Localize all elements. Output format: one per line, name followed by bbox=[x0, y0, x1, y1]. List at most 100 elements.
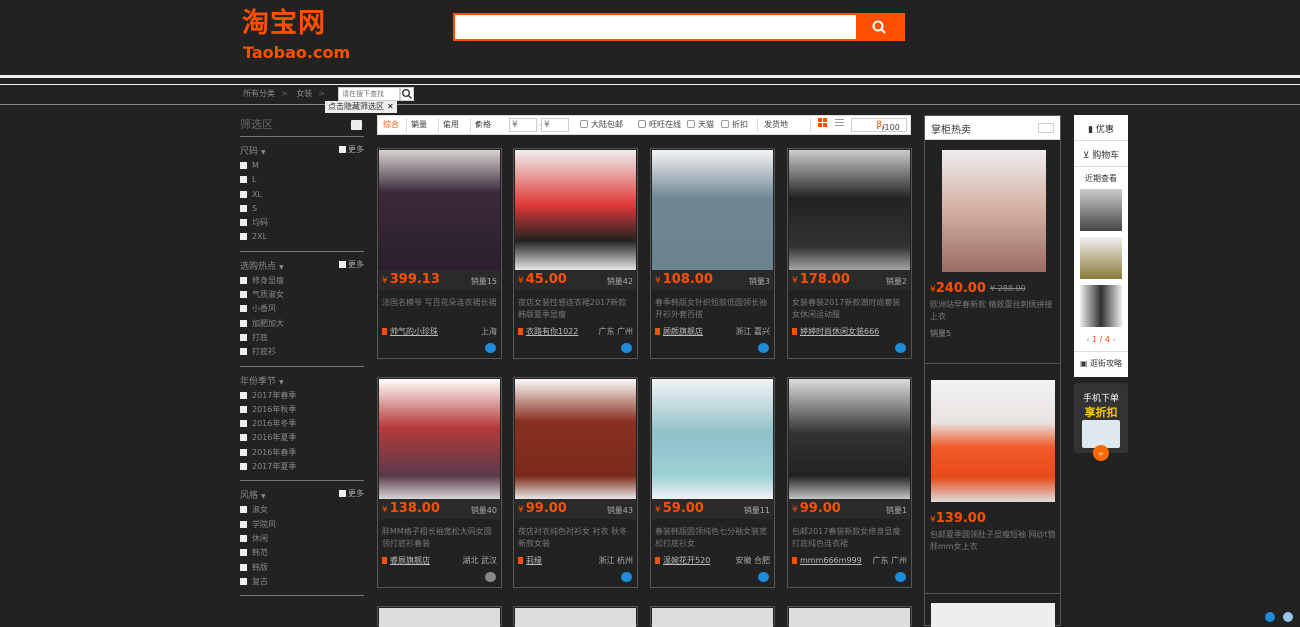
hot-item[interactable]: ¥240.00 ¥ 288.00 欧洲站早春新款 精致蕾丝刺绣拼接上衣 销量5 bbox=[930, 150, 1056, 370]
product-card[interactable]: ¥99.00 销量1 包邮2017春装新款女修身显瘦打底纯色连衣裙 mmm666m99… bbox=[787, 377, 912, 588]
product-card[interactable]: ¥178.00 销量2 女装春装2017新款潮时尚套装女休闲运动服 婷婷时尚休闲女装6… bbox=[787, 148, 912, 359]
grid-view-icon[interactable] bbox=[818, 116, 827, 134]
product-title[interactable]: 胖MM格子粗长袖宽松大码女圆领打底衫春装 bbox=[382, 526, 498, 550]
filter-discount[interactable]: 折扣 bbox=[721, 116, 748, 134]
wangwang-chat-icon[interactable] bbox=[621, 572, 632, 582]
wangwang-chat-icon[interactable] bbox=[621, 343, 632, 353]
wangwang-chat-icon[interactable] bbox=[895, 572, 906, 582]
taobao-logo[interactable]: 淘宝网 Taobao.com bbox=[242, 8, 352, 62]
filter-option[interactable]: 2016年夏季 bbox=[240, 431, 364, 445]
product-card[interactable] bbox=[787, 606, 912, 627]
close-icon[interactable]: ✕ bbox=[387, 102, 394, 111]
checkbox-icon[interactable] bbox=[240, 463, 247, 471]
product-image[interactable] bbox=[931, 380, 1055, 502]
breadcrumb-womens[interactable]: 女装 bbox=[296, 86, 312, 102]
shop-link[interactable]: 顾颜旗舰店 bbox=[655, 326, 703, 338]
product-image[interactable] bbox=[942, 150, 1046, 272]
product-title[interactable]: 夜店衬衣纯色衬衫女 衬衣 秋冬新款女装 bbox=[518, 526, 634, 550]
product-card[interactable] bbox=[650, 606, 775, 627]
product-title[interactable]: 法国名模爷 写百花朵连衣裙长裙 bbox=[382, 297, 498, 321]
recent-thumb[interactable] bbox=[1080, 237, 1122, 279]
wangwang-chat-icon[interactable] bbox=[485, 343, 496, 353]
chevron-left-icon[interactable]: ‹ bbox=[876, 119, 879, 137]
product-image[interactable] bbox=[652, 608, 773, 627]
mobile-promo[interactable]: 手机下单 享折扣 ⌄ bbox=[1074, 383, 1128, 461]
product-title[interactable]: 女装春装2017新款潮时尚套装女休闲运动服 bbox=[792, 297, 908, 321]
wangwang-chat-icon[interactable] bbox=[758, 572, 769, 582]
checkbox-icon[interactable] bbox=[240, 506, 247, 514]
product-image[interactable] bbox=[379, 150, 500, 271]
hot-title[interactable]: 包邮夏季圆领肚子显瘦短袖 网纱t恤胖mm女上衣 bbox=[930, 529, 1056, 553]
filter-option[interactable]: L bbox=[240, 173, 364, 187]
product-image[interactable] bbox=[515, 379, 636, 500]
checkbox-icon[interactable] bbox=[240, 333, 247, 341]
checkbox-icon[interactable] bbox=[240, 219, 247, 227]
cart-link[interactable]: ⊻ 购物车 bbox=[1074, 148, 1128, 161]
checkbox-icon[interactable] bbox=[240, 348, 247, 356]
location-select[interactable]: 发货地 bbox=[764, 116, 788, 134]
checkbox-icon[interactable] bbox=[240, 276, 247, 284]
filter-group-title[interactable]: 年份季节 ▼ bbox=[240, 375, 364, 389]
more-button[interactable]: 更多 bbox=[339, 259, 364, 270]
product-image[interactable] bbox=[652, 379, 773, 500]
filter-option[interactable]: 气质淑女 bbox=[240, 288, 364, 302]
search-input[interactable] bbox=[455, 15, 858, 39]
filter-option[interactable]: 修身显瘦 bbox=[240, 274, 364, 288]
filter-online[interactable]: 旺旺在线 bbox=[638, 116, 681, 134]
shop-link[interactable]: 帅气的小珍珠 bbox=[382, 326, 438, 338]
checkbox-icon[interactable] bbox=[240, 190, 247, 198]
product-image[interactable] bbox=[789, 150, 910, 271]
chevron-down-icon[interactable]: ⌄ bbox=[1093, 445, 1109, 461]
product-card[interactable]: ¥138.00 销量40 胖MM格子粗长袖宽松大码女圆领打底衫春装 睿辰旗舰店 湖北 武… bbox=[377, 377, 502, 588]
hot-item[interactable]: ¥139.00 包邮夏季圆领肚子显瘦短袖 网纱t恤胖mm女上衣 bbox=[930, 380, 1056, 560]
shop-link[interactable]: 婷婷时尚休闲女装666 bbox=[792, 326, 879, 338]
checkbox-icon[interactable] bbox=[240, 176, 247, 184]
filter-option[interactable]: 小香风 bbox=[240, 302, 364, 316]
chevron-right-icon[interactable]: › bbox=[1110, 335, 1116, 344]
more-button[interactable]: 更多 bbox=[339, 144, 364, 155]
filter-option[interactable]: 韩版 bbox=[240, 561, 364, 575]
product-card[interactable]: ¥399.13 销量15 法国名模爷 写百花朵连衣裙长裙 帅气的小珍珠 上海 bbox=[377, 148, 502, 359]
product-card[interactable] bbox=[377, 606, 502, 627]
checkbox-icon[interactable] bbox=[240, 534, 247, 542]
price-max-input[interactable]: ¥ bbox=[541, 118, 569, 132]
hide-filter-tooltip[interactable]: 点击隐藏筛选区 ✕ bbox=[325, 101, 397, 113]
filter-option[interactable]: 2016年春季 bbox=[240, 446, 364, 460]
product-title[interactable]: 包邮2017春装新款女修身显瘦打底纯色连衣裙 bbox=[792, 526, 908, 550]
filter-option[interactable]: 休闲 bbox=[240, 532, 364, 546]
product-image[interactable] bbox=[789, 379, 910, 500]
product-card[interactable]: ¥99.00 销量43 夜店衬衣纯色衬衫女 衬衣 秋冬新款女装 莉缘 浙江 杭州 bbox=[513, 377, 638, 588]
filter-option[interactable]: 2016年秋季 bbox=[240, 403, 364, 417]
wangwang-chat-icon[interactable] bbox=[485, 572, 496, 582]
product-image[interactable] bbox=[379, 608, 500, 627]
product-card[interactable] bbox=[513, 606, 638, 627]
filter-option[interactable]: XL bbox=[240, 188, 364, 202]
wangwang-chat-icon[interactable] bbox=[758, 343, 769, 353]
filter-option[interactable]: 打底 bbox=[240, 331, 364, 345]
filter-option[interactable]: 韩范 bbox=[240, 546, 364, 560]
product-image[interactable] bbox=[379, 379, 500, 500]
product-card[interactable]: ¥108.00 销量3 春季韩版女针织短款低圆领长袖开衫外套百搭 顾颜旗舰店 浙江 嘉兴 bbox=[650, 148, 775, 359]
filter-option[interactable]: 2017年夏季 bbox=[240, 460, 364, 474]
guide-link[interactable]: ▣ 逛街攻略 bbox=[1074, 358, 1128, 369]
feedback-icon[interactable] bbox=[1283, 612, 1293, 622]
checkbox-icon[interactable] bbox=[240, 520, 247, 528]
list-view-icon[interactable] bbox=[835, 116, 844, 134]
coupon-link[interactable]: ▮ 优惠 bbox=[1074, 122, 1128, 135]
filter-option[interactable]: 复古 bbox=[240, 575, 364, 589]
breadcrumb-search-input[interactable] bbox=[338, 87, 400, 101]
filter-option[interactable]: 学院风 bbox=[240, 518, 364, 532]
toggle-icon[interactable] bbox=[1038, 123, 1054, 133]
checkbox-icon[interactable] bbox=[240, 434, 247, 442]
filter-option[interactable]: 2016年冬季 bbox=[240, 417, 364, 431]
filter-option[interactable]: S bbox=[240, 202, 364, 216]
product-title[interactable]: 夜店女装性感连衣裙2017新款韩版夏季显瘦 bbox=[518, 297, 634, 321]
shop-link[interactable]: mmm666m999 bbox=[792, 555, 862, 567]
product-image[interactable] bbox=[931, 603, 1055, 627]
filter-option[interactable]: 加肥加大 bbox=[240, 317, 364, 331]
product-image[interactable] bbox=[515, 150, 636, 271]
checkbox-icon[interactable] bbox=[240, 405, 247, 413]
checkbox-icon[interactable] bbox=[240, 549, 247, 557]
checkbox-icon[interactable] bbox=[240, 319, 247, 327]
sort-default[interactable]: 综合 bbox=[383, 116, 399, 134]
